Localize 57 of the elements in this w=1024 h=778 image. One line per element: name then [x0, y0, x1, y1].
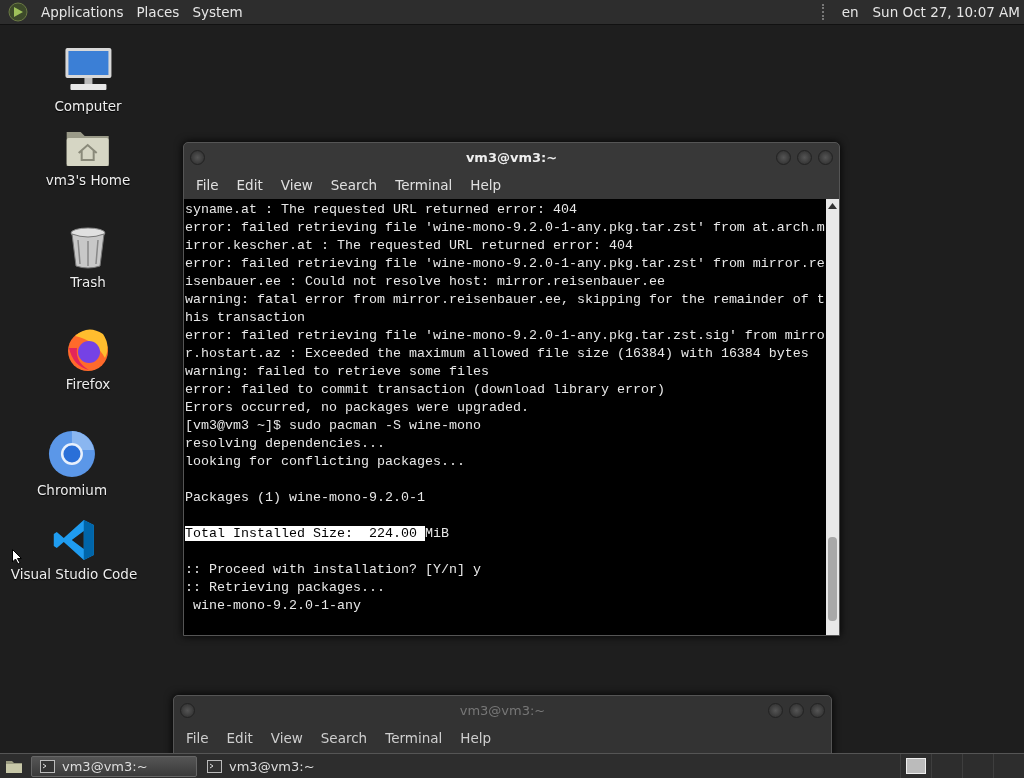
terminal-line: wine-mono-9.2.0-1-any	[192, 597, 361, 615]
desktop-icon-label[interactable]: Visual Studio Code	[10, 566, 138, 582]
cursor-icon	[12, 549, 22, 565]
desktop-icon-label[interactable]: Chromium	[36, 482, 108, 498]
terminal-line: warning: fatal error from mirror.reisenbauer.ee, skipping for the remainder of t	[185, 291, 825, 309]
terminal-line: resolving dependencies...	[185, 435, 385, 453]
terminal-icon	[207, 759, 222, 773]
window-menu-button[interactable]	[190, 149, 205, 165]
terminal-line: syname.at : The requested URL returned error: 404	[185, 201, 577, 219]
terminal-line: isenbauer.ee : Could not resolve host: mirror.reisenbauer.ee	[185, 273, 665, 291]
terminal-line: [vm3@vm3 ~]$ sudo pacman -S wine-mono	[185, 417, 481, 435]
menu-item[interactable]: Edit	[228, 174, 271, 196]
terminal-line: :: Proceed with installation? [Y/n] y	[185, 561, 481, 579]
terminal-line: looking for conflicting packages...	[185, 453, 465, 471]
distro-logo-icon[interactable]	[8, 2, 28, 22]
desktop-icon-label[interactable]: Firefox	[65, 376, 111, 392]
scrollbar-thumb[interactable]	[828, 537, 837, 621]
menu-item[interactable]: File	[188, 174, 227, 196]
clock[interactable]: Sun Oct 27, 10:07 AM	[872, 4, 1020, 20]
task-button[interactable]: vm3@vm3:~	[31, 755, 197, 777]
panel-menu[interactable]: Places	[136, 2, 180, 22]
terminal-line: warning: failed to retrieve some files	[185, 363, 489, 381]
terminal-line: error: failed to commit transaction (download library error)	[185, 381, 665, 399]
desktop-icon-label[interactable]: vm3's Home	[45, 172, 131, 188]
terminal-line: error: failed retrieving file 'wine-mono-9.2.0-1-any.pkg.tar.zst' from at.arch.m	[185, 219, 825, 237]
minimize-button[interactable]	[776, 149, 791, 165]
maximize-button[interactable]	[797, 149, 812, 165]
terminal-line: error: failed retrieving file 'wine-mono-9.2.0-1-any.pkg.tar.zst' from mirror.re	[185, 255, 825, 273]
terminal-line: r.hostart.az : Exceeded the maximum allowed file size (16384) with 16384 bytes	[185, 345, 809, 363]
menu-item[interactable]: View	[272, 174, 321, 196]
scrollbar[interactable]	[826, 199, 839, 635]
menu-item[interactable]: Search	[322, 174, 386, 196]
terminal-line: Total Installed Size: 224.00 MiB	[185, 525, 449, 543]
menu-item[interactable]: Help	[462, 174, 510, 196]
terminal-icon	[40, 759, 55, 773]
menu-item[interactable]: Terminal	[387, 174, 461, 196]
close-button[interactable]	[818, 149, 833, 165]
terminal-line: his transaction	[185, 309, 305, 327]
window-title: vm3@vm3:~	[465, 149, 558, 165]
vscode-icon	[52, 518, 96, 562]
show-desktop-icon[interactable]	[5, 758, 23, 774]
firefox-icon	[65, 326, 111, 372]
panel-menu[interactable]: Applications	[41, 2, 124, 22]
terminal-line: irror.kescher.at : The requested URL returned error: 404	[185, 237, 633, 255]
keyboard-layout[interactable]: en	[841, 4, 859, 20]
terminal-line: :: Retrieving packages...	[185, 579, 385, 597]
scroll-up-icon[interactable]	[828, 203, 837, 210]
chromium-icon	[48, 430, 96, 478]
terminal-line: Packages (1) wine-mono-9.2.0-1	[185, 489, 425, 507]
terminal-line: Errors occurred, no packages were upgraded.	[185, 399, 529, 417]
terminal-line: error: failed retrieving file 'wine-mono-9.2.0-1-any.pkg.tar.zst.sig' from mirro	[185, 327, 825, 345]
desktop-icon-label[interactable]: Computer	[54, 98, 122, 114]
desktop-icon-label[interactable]: Trash	[70, 274, 106, 290]
panel-menu[interactable]: System	[192, 2, 243, 22]
window-title: vm3@vm3:~	[459, 702, 546, 718]
task-button[interactable]: vm3@vm3:~	[199, 755, 365, 777]
trash-icon	[68, 226, 108, 270]
